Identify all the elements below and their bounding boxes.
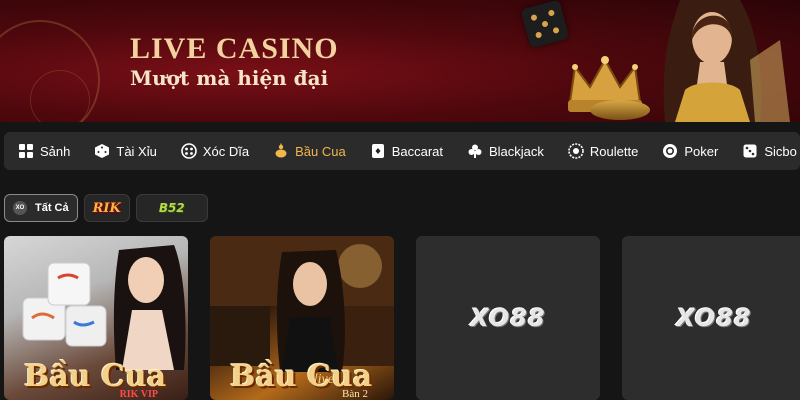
nav-item-label: Sicbo: [764, 143, 797, 159]
game-category-nav: Sảnh Tài Xỉu Xóc Dĩa Bầu Cua Baccarat Bl…: [4, 132, 800, 170]
xo88-logo: XO88: [676, 304, 752, 332]
b52-logo: B52: [158, 201, 185, 215]
coin-plate-icon: [181, 143, 197, 159]
nav-item-label: Sảnh: [40, 143, 71, 159]
xo-badge-icon: XO: [13, 201, 27, 215]
provider-filter-bar: XO Tất Cả RIK B52: [4, 194, 214, 222]
game-card[interactable]: Bầu Cua RIK VIP: [4, 236, 188, 400]
nav-item-label: Baccarat: [391, 143, 443, 159]
nav-item-label: Bầu Cua: [295, 143, 346, 159]
nav-item-roulette[interactable]: Roulette: [568, 143, 638, 159]
club-suit-icon: [467, 143, 483, 159]
live-casino-banner[interactable]: LIVE CASINO Mượt mà hiện đại: [0, 0, 800, 122]
dealer-woman-illustration: [113, 245, 186, 370]
rik-logo: RIK: [92, 200, 121, 216]
banner-subtitle: Mượt mà hiện đại: [130, 66, 329, 90]
filter-rik[interactable]: RIK: [83, 194, 130, 222]
live-casino-page: LIVE CASINO Mượt mà hiện đại Sảnh Tài Xỉ…: [0, 0, 800, 400]
game-card-placeholder[interactable]: XO88: [416, 236, 600, 400]
xo88-logo: XO88: [470, 304, 546, 332]
game-card[interactable]: Bầu Cua live Bàn 2: [210, 236, 394, 400]
nav-item-tai-xiu[interactable]: Tài Xỉu: [94, 143, 157, 159]
nav-item-label: Xóc Dĩa: [202, 143, 250, 159]
dice-icon: [520, 0, 570, 49]
ornament-circle-small: [30, 70, 90, 122]
filter-b52[interactable]: B52: [135, 194, 208, 222]
nav-item-label: Blackjack: [489, 143, 544, 159]
filter-all-label: Tất Cả: [35, 202, 69, 214]
dice-icon: [94, 143, 110, 159]
nav-item-blackjack[interactable]: Blackjack: [467, 143, 544, 159]
dice-stack-illustration: [22, 262, 107, 347]
nav-item-label: Roulette: [589, 143, 639, 159]
sicbo-dice-icon: [742, 143, 758, 159]
filter-all[interactable]: XO Tất Cả: [4, 194, 78, 222]
nav-item-baccarat[interactable]: Baccarat: [370, 143, 443, 159]
dealer-woman-illustration: [663, 0, 790, 122]
nav-item-xoc-dia[interactable]: Xóc Dĩa: [181, 143, 249, 159]
banner-title: LIVE CASINO: [130, 32, 339, 65]
game-subtitle: RIK VIP: [119, 389, 158, 400]
game-card-placeholder[interactable]: XO88: [622, 236, 800, 400]
nav-item-label: Tài Xỉu: [116, 143, 157, 159]
nav-item-sanh[interactable]: Sảnh: [18, 143, 70, 159]
playing-card-icon: [370, 143, 386, 159]
roulette-wheel-icon: [568, 143, 584, 159]
nav-item-poker[interactable]: Poker: [662, 143, 718, 159]
nav-item-sicbo[interactable]: Sicbo: [742, 143, 797, 159]
nav-item-label: Poker: [684, 143, 719, 159]
dealer-woman-illustration: [276, 250, 345, 372]
grid-icon: [18, 143, 34, 159]
gourd-icon: [273, 143, 289, 159]
game-live-tag: live: [313, 372, 334, 387]
game-subtitle: Bàn 2: [342, 388, 368, 400]
nav-item-bau-cua[interactable]: Bầu Cua: [273, 143, 346, 159]
poker-chip-icon: [662, 143, 678, 159]
